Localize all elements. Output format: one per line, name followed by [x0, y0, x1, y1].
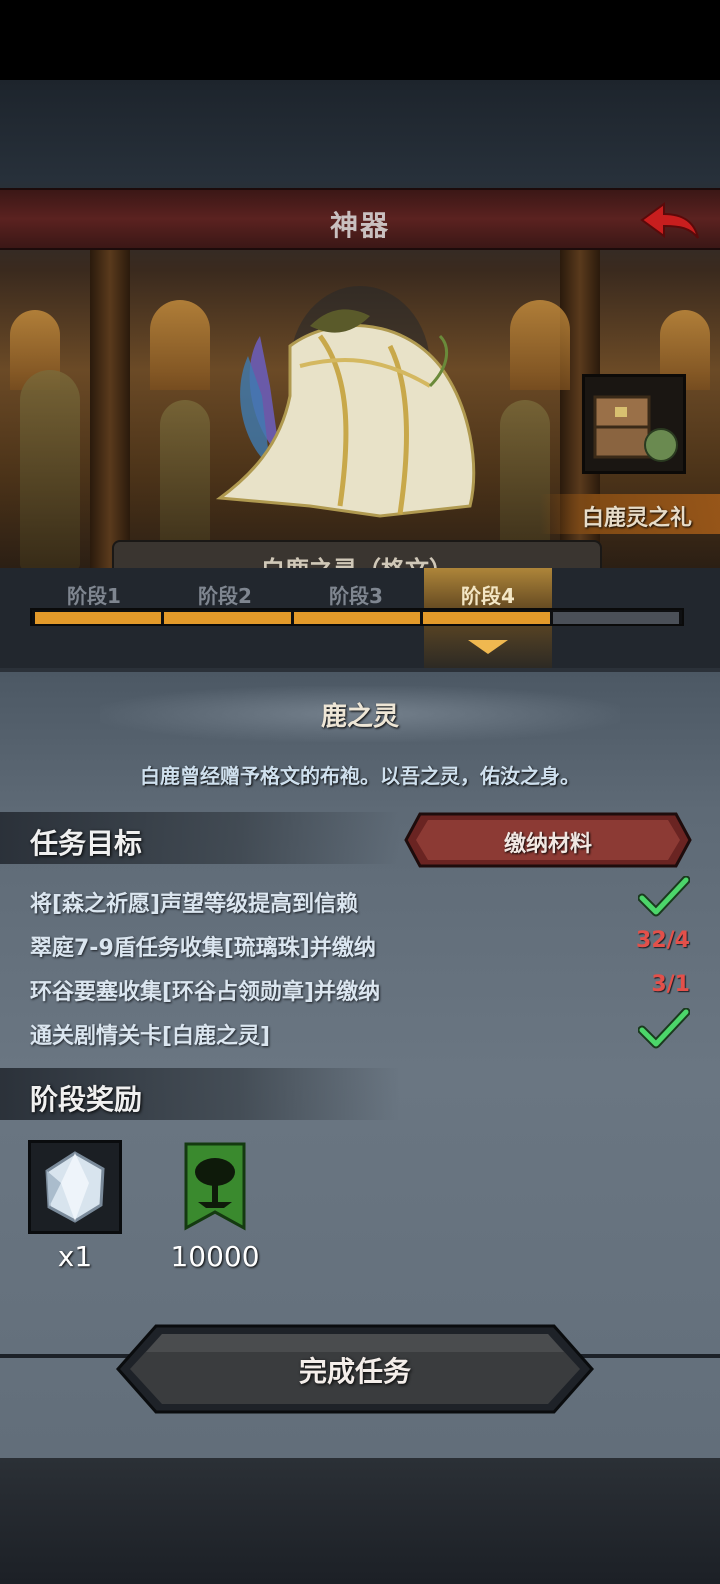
chevron-down-icon [468, 640, 508, 654]
submit-materials-button[interactable]: 缴纳材料 [404, 812, 692, 868]
artifact-armor-image [215, 286, 476, 518]
back-arrow-icon[interactable] [638, 198, 702, 246]
window [510, 300, 570, 390]
progress-segment [35, 612, 162, 624]
forest-banner-icon [168, 1140, 262, 1234]
reward-section-header: 阶段奖励 [0, 1068, 400, 1120]
complete-task-button[interactable]: 完成任务 [116, 1324, 594, 1414]
stage-detail-panel: 鹿之灵 白鹿曾经赠予格文的布袍。以吾之灵，佑汝之身。 任务目标 缴纳材料 将[森… [0, 668, 720, 1458]
task-section-title: 任务目标 [30, 827, 143, 860]
tab-stage-3[interactable]: 阶段3 [292, 580, 420, 609]
task-item: 翠庭7-9盾任务收集[琉璃珠]并缴纳 32/4 [30, 924, 690, 964]
reward-amount: 10000 [170, 1240, 260, 1273]
gift-chest-button[interactable] [582, 374, 686, 474]
task-progress: 3/1 [651, 972, 690, 997]
reward-section-title: 阶段奖励 [30, 1083, 143, 1116]
task-text: 环谷要塞收集[环谷占领勋章]并缴纳 [30, 980, 381, 1005]
check-icon [638, 876, 690, 917]
task-item: 通关剧情关卡[白鹿之灵] [30, 1008, 690, 1052]
stage-progress-bar [30, 608, 684, 626]
submit-materials-label: 缴纳材料 [503, 832, 592, 857]
page-title: 神器 [329, 209, 390, 242]
tab-stage-2[interactable]: 阶段2 [161, 580, 289, 609]
task-progress: 32/4 [636, 928, 690, 953]
task-text: 通关剧情关卡[白鹿之灵] [30, 1024, 271, 1049]
gift-label: 白鹿灵之礼 [581, 506, 692, 531]
title-bar: 神器 [0, 188, 720, 250]
progress-segment [423, 612, 550, 624]
chest-icon [593, 395, 678, 462]
status-bar-area [0, 0, 720, 80]
bottom-area [0, 1458, 720, 1584]
progress-segment [293, 612, 421, 624]
task-section-header: 任务目标 [0, 812, 400, 864]
check-icon [638, 1008, 690, 1049]
reward-item[interactable]: x1 [28, 1140, 122, 1273]
task-text: 将[森之祈愿]声望等级提高到信赖 [30, 892, 359, 917]
reward-amount: x1 [57, 1240, 93, 1273]
stage-description: 白鹿曾经赠予格文的布袍。以吾之灵，佑汝之身。 [140, 764, 580, 788]
progress-segment [552, 612, 679, 624]
stage-title: 鹿之灵 [320, 702, 399, 732]
task-item: 环谷要塞收集[环谷占领勋章]并缴纳 3/1 [30, 968, 690, 1008]
guard-figure [20, 370, 80, 570]
pillar [90, 240, 130, 572]
task-item: 将[森之祈愿]声望等级提高到信赖 [30, 876, 690, 920]
tab-stage-4[interactable]: 阶段4 [424, 580, 552, 609]
task-text: 翠庭7-9盾任务收集[琉璃珠]并缴纳 [30, 936, 376, 961]
complete-task-label: 完成任务 [298, 1355, 411, 1388]
stage-selector: 阶段1 阶段2 阶段3 阶段4 [0, 568, 720, 668]
progress-segment [164, 612, 291, 624]
reward-item[interactable]: 10000 [168, 1140, 292, 1273]
crystal-icon [28, 1140, 122, 1234]
tab-stage-1[interactable]: 阶段1 [30, 580, 158, 609]
